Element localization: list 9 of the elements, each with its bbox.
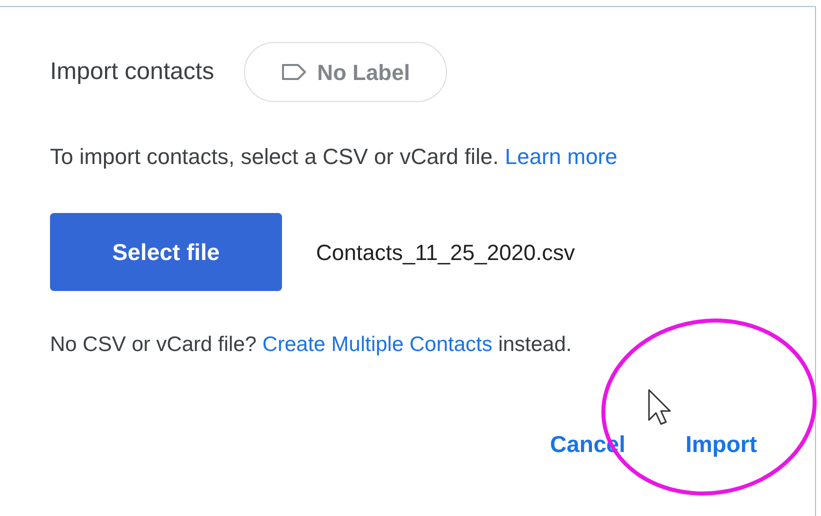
import-button[interactable]: Import [683, 420, 759, 467]
alternative-text: No CSV or vCard file? Create Multiple Contacts instead. [50, 332, 573, 358]
learn-more-link[interactable]: Learn more [504, 144, 618, 169]
instructions-text: To import contacts, select a CSV or vCard file. Learn more [50, 143, 618, 171]
create-multiple-contacts-link[interactable]: Create Multiple Contacts [262, 333, 492, 356]
file-name: Contacts_11_25_2020.csv [316, 238, 575, 266]
label-chip[interactable]: No Label [244, 42, 447, 102]
select-file-button[interactable]: Select file [50, 213, 282, 291]
dialog-title: Import contacts [50, 57, 214, 87]
